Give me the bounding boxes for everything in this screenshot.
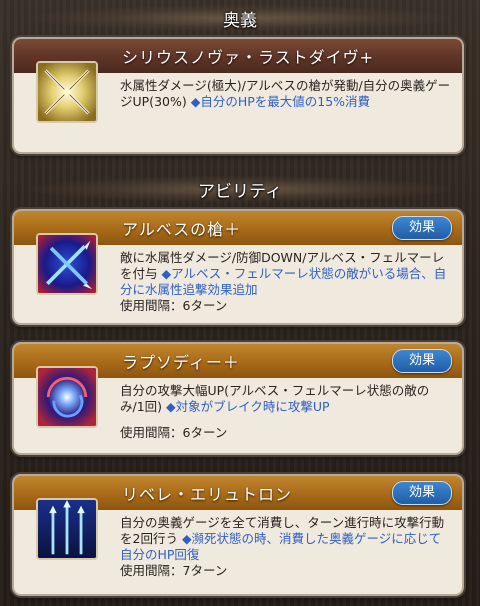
ability-name: リベレ・エリュトロン (122, 485, 293, 504)
ability-interval: 使用間隔：6ターン (120, 425, 228, 440)
ability-header-text: アビリティ (198, 181, 282, 202)
ability-card-1[interactable]: アルベスの槍＋ 効果 敵に水属性ダメージ/防御DOWN/アルベス・フェルマーレを… (12, 209, 464, 325)
ability-card-3[interactable]: リベレ・エリュトロン 効果 自分の奥義ゲージを全て消費し、ターン進行時に攻撃行動… (12, 474, 464, 596)
ability-name: アルベスの槍＋ (122, 220, 242, 239)
ability-extra-text: ◆対象がブレイク時に攻撃UP (166, 399, 330, 414)
crossed-swords-icon (36, 61, 98, 123)
ability-interval: 使用間隔：7ターン (120, 563, 228, 578)
ability-interval: 使用間隔：6ターン (120, 298, 228, 313)
ougi-description: 水属性ダメージ(極大)/アルベスの槍が発動/自分の奥義ゲージUP(30%) ◆自… (120, 78, 452, 110)
ability-section-header: アビリティ (0, 174, 480, 204)
ougi-card[interactable]: シリウスノヴァ・ラストダイヴ+ 水属性ダメージ(極大)/アルベスの槍が発動/自分… (12, 37, 464, 154)
ougi-name: シリウスノヴァ・ラストダイヴ+ (122, 48, 375, 67)
crossed-spears-icon (36, 233, 98, 295)
effect-button[interactable]: 効果 (392, 481, 452, 505)
ougi-section-header: 奥義 (0, 3, 480, 33)
ougi-extra-text: ◆自分のHPを最大値の15%消費 (190, 94, 371, 109)
vortex-icon (36, 366, 98, 428)
ability-description: 敵に水属性ダメージ/防御DOWN/アルベス・フェルマーレを付与 ◆アルベス・フェ… (120, 250, 452, 314)
ability-name: ラプソディー＋ (122, 353, 240, 372)
effect-button[interactable]: 効果 (392, 216, 452, 240)
triple-spears-icon (36, 498, 98, 560)
ability-extra-text: ◆アルベス・フェルマーレ状態の敵がいる場合、自分に水属性追撃効果追加 (120, 266, 447, 297)
effect-button[interactable]: 効果 (392, 349, 452, 373)
ougi-header-text: 奥義 (223, 10, 257, 31)
ability-description: 自分の奥義ゲージを全て消費し、ターン進行時に攻撃行動を2回行う ◆瀕死状態の時、… (120, 515, 452, 579)
ability-card-2[interactable]: ラプソディー＋ 効果 自分の攻撃大幅UP(アルベス・フェルマーレ状態の敵のみ/1… (12, 342, 464, 455)
ability-description: 自分の攻撃大幅UP(アルベス・フェルマーレ状態の敵のみ/1回) ◆対象がブレイク… (120, 383, 452, 441)
